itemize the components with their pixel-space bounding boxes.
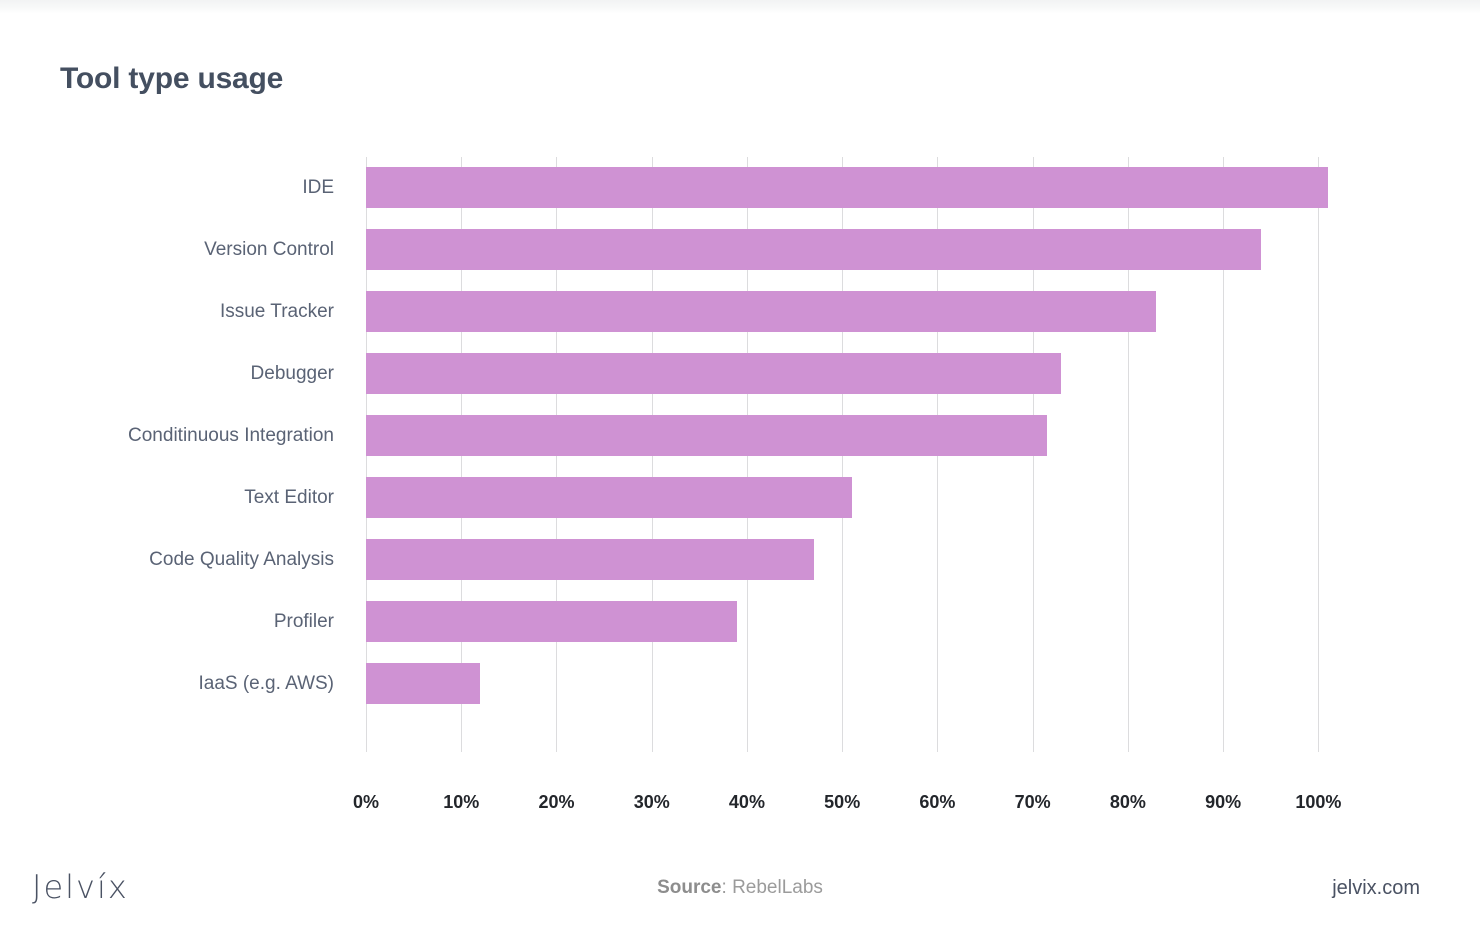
bar[interactable] xyxy=(366,353,1062,394)
source-attribution: Source: RebelLabs xyxy=(0,877,1480,899)
bar-band xyxy=(366,343,1376,405)
bar-band xyxy=(366,157,1376,219)
x-tick-label: 20% xyxy=(538,792,575,812)
category-label: Version Control xyxy=(204,239,334,260)
category-label: Conditinuous Integration xyxy=(128,425,334,446)
category-label: IaaS (e.g. AWS) xyxy=(198,673,334,694)
slide-canvas: Tool type usage IDE Version Control Issue … xyxy=(0,0,1480,946)
source-value: RebelLabs xyxy=(732,877,823,898)
category-label: Profiler xyxy=(273,611,334,632)
bar[interactable] xyxy=(366,291,1157,332)
bar-band xyxy=(366,219,1376,281)
category-label: IDE xyxy=(302,177,334,198)
bar[interactable] xyxy=(366,477,852,518)
footer: Jelvíx Source: RebelLabs jelvix.com xyxy=(0,868,1480,928)
bar[interactable] xyxy=(366,601,738,642)
chart-bars xyxy=(366,157,1376,752)
chart-x-axis-labels: 0% 10% 20% 30% 40% 50% 60% 70% 80% 90% 100% xyxy=(353,792,1376,822)
x-tick-label: 70% xyxy=(1014,792,1051,812)
x-tick-label: 90% xyxy=(1205,792,1242,812)
bar-band xyxy=(366,405,1376,467)
category-label: Issue Tracker xyxy=(219,301,334,322)
category-label: Debugger xyxy=(250,363,334,384)
bar[interactable] xyxy=(366,167,1328,208)
x-tick-label: 80% xyxy=(1109,792,1146,812)
x-tick-label: 60% xyxy=(919,792,956,812)
source-label: Source xyxy=(657,877,722,898)
bar[interactable] xyxy=(366,539,814,580)
bar-band xyxy=(366,467,1376,529)
bar[interactable] xyxy=(366,415,1047,456)
x-tick-label: 100% xyxy=(1295,792,1342,812)
x-tick-label: 10% xyxy=(443,792,480,812)
x-tick-label: 0% xyxy=(352,792,380,812)
source-separator: : xyxy=(721,877,733,898)
chart-y-axis-labels: IDE Version Control Issue Tracker Debugger C… xyxy=(0,157,334,752)
category-label: Text Editor xyxy=(244,487,334,508)
x-tick-label: 30% xyxy=(633,792,670,812)
bar-band xyxy=(366,591,1376,653)
category-label: Code Quality Analysis xyxy=(149,549,334,570)
bar[interactable] xyxy=(366,229,1262,270)
bar[interactable] xyxy=(366,663,481,704)
x-tick-label: 40% xyxy=(728,792,765,812)
x-tick-label: 50% xyxy=(824,792,861,812)
page-title: Tool type usage xyxy=(60,62,284,95)
website-url: jelvix.com xyxy=(1332,877,1420,899)
bar-band xyxy=(366,653,1376,715)
bar-band xyxy=(366,529,1376,591)
bar-band xyxy=(366,281,1376,343)
